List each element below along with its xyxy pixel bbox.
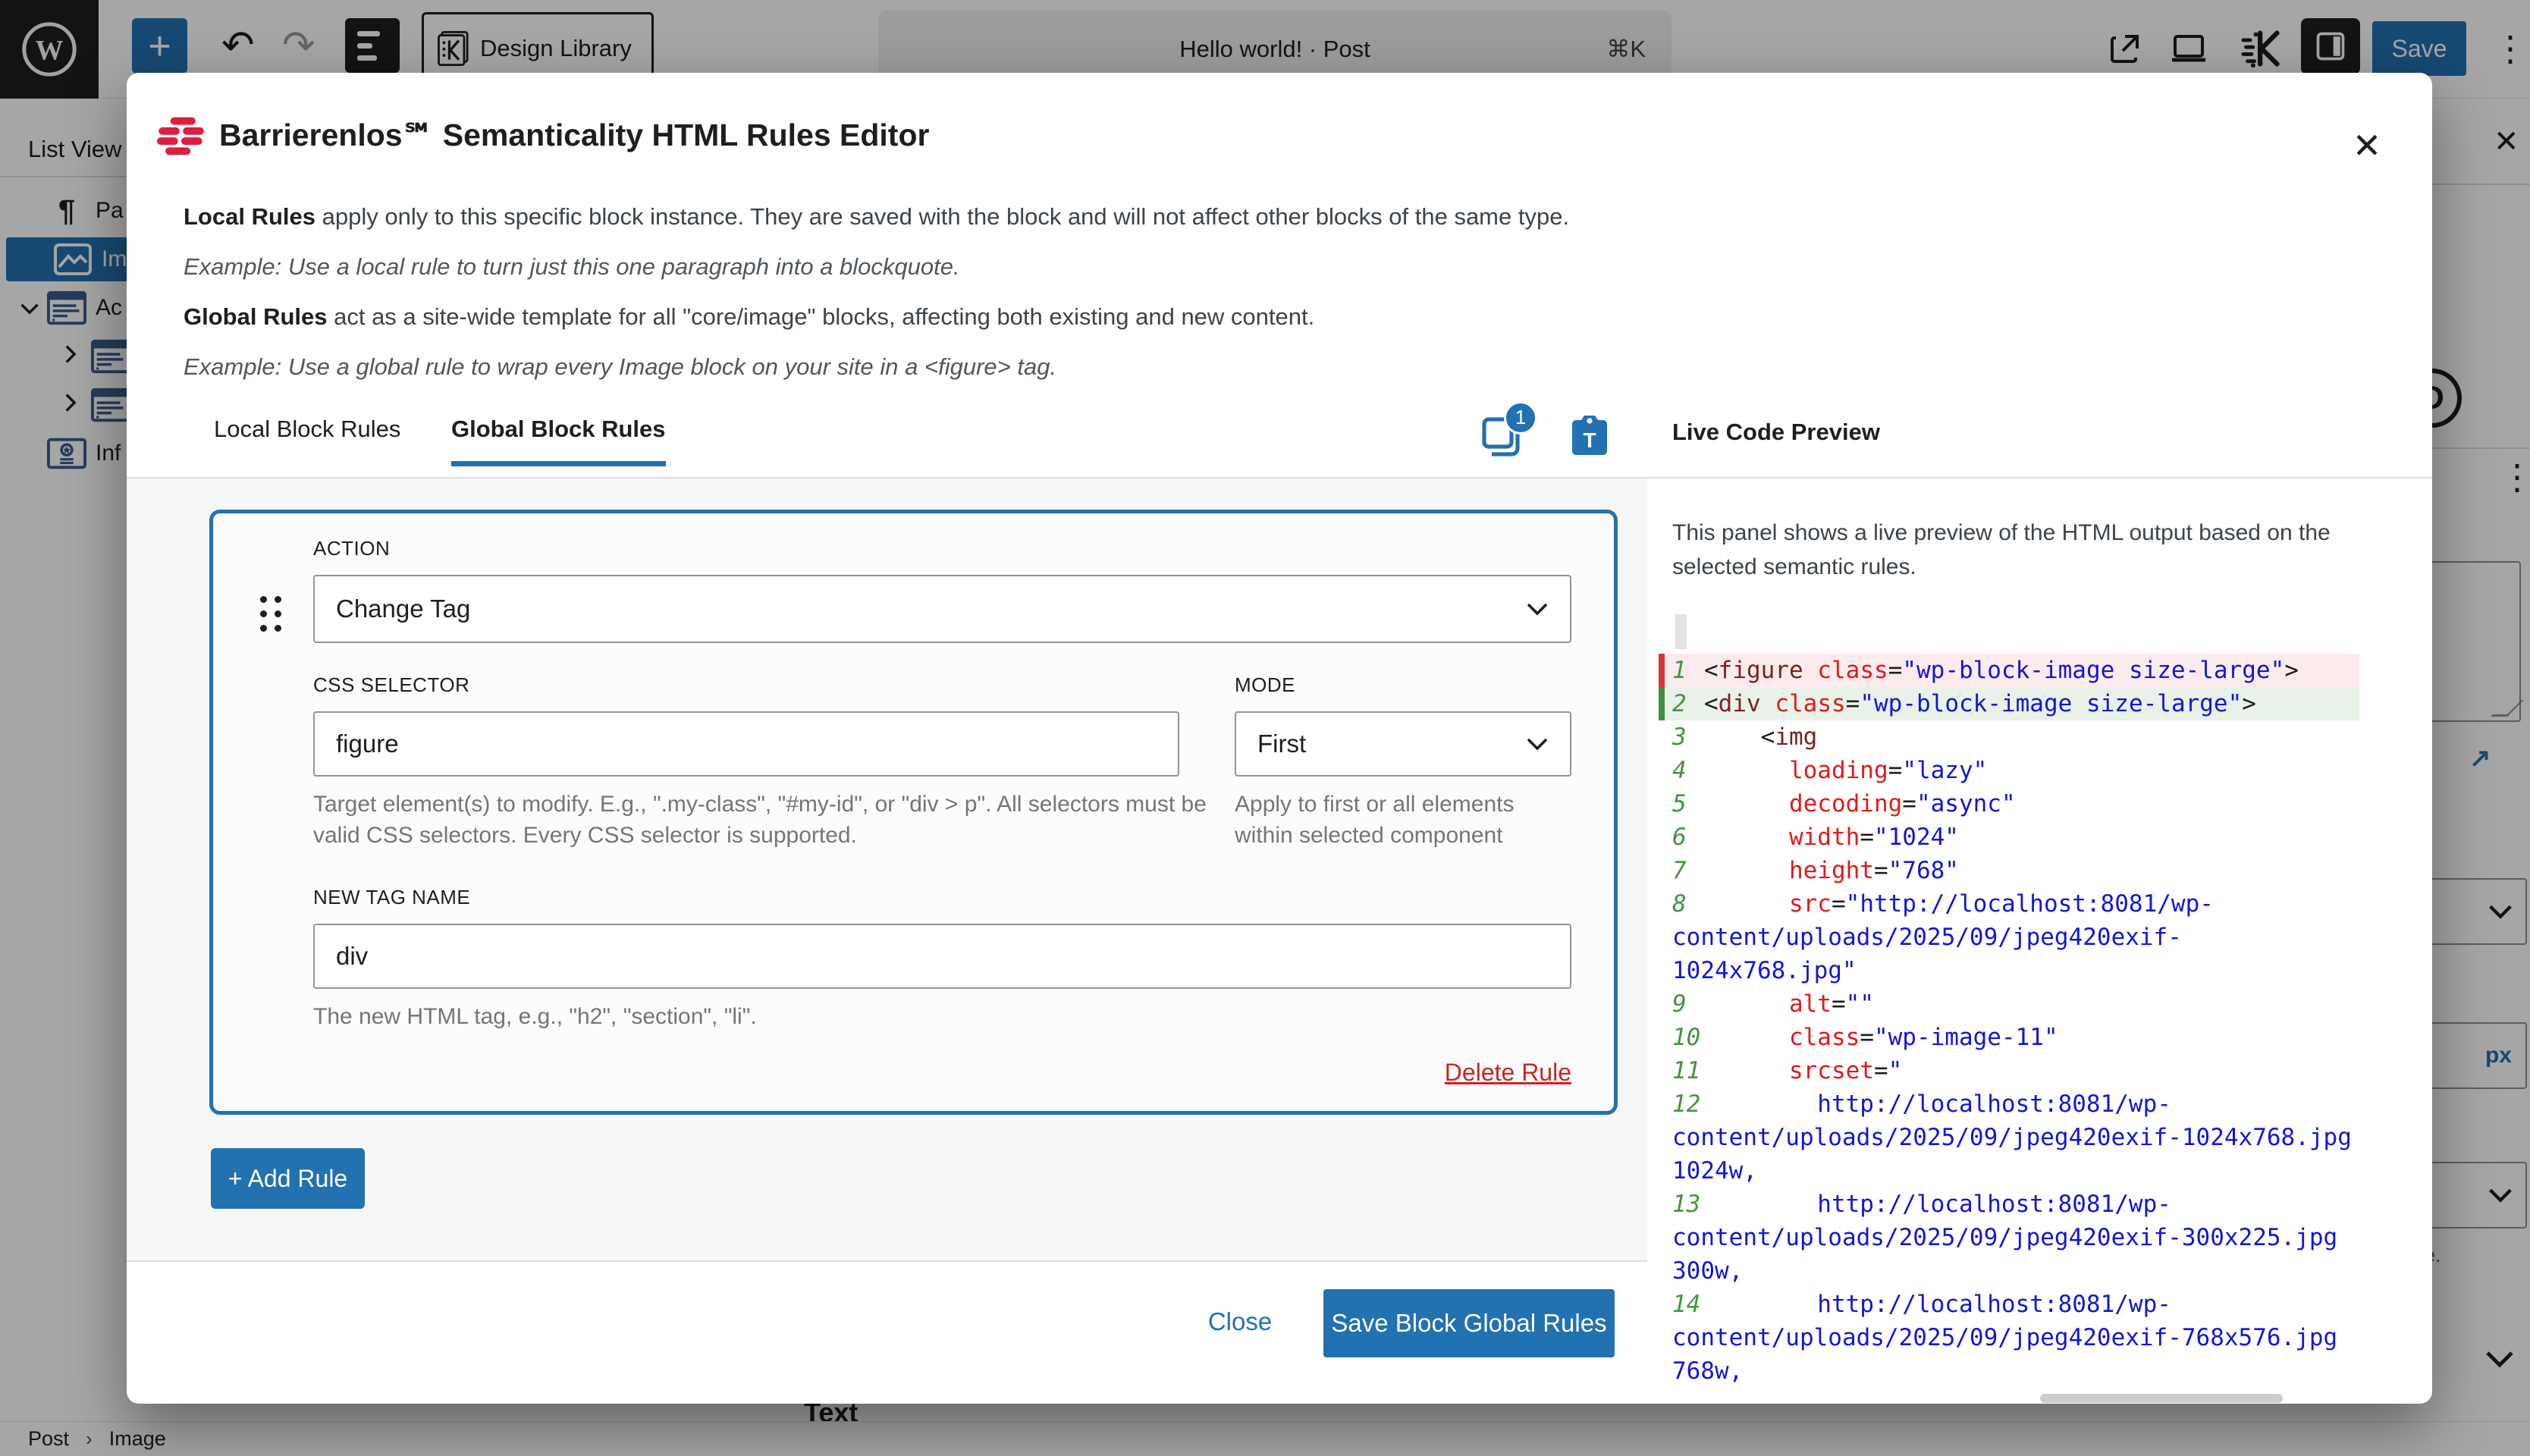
code-line: 1<figure class="wp-block-image size-larg… xyxy=(1659,654,2359,687)
screen: W + ↶ ↷ Design Library Hello world! · Po… xyxy=(0,0,2530,1456)
save-block-global-rules-button[interactable]: Save Block Global Rules xyxy=(1323,1289,1615,1357)
new-tag-name-label: NEW TAG NAME xyxy=(313,886,470,909)
mode-label: MODE xyxy=(1235,673,1295,697)
chevron-down-icon xyxy=(1526,602,1549,616)
mode-select[interactable]: First xyxy=(1235,711,1571,777)
line-number: 6 xyxy=(1672,821,1704,854)
drag-handle[interactable] xyxy=(260,596,283,646)
semanticality-brand-icon xyxy=(157,117,206,160)
svg-text:T: T xyxy=(1583,428,1596,452)
code-line: 13 http://localhost:8081/wp-content/uplo… xyxy=(1659,1188,2359,1288)
line-number: 13 xyxy=(1672,1188,1704,1221)
rule-clipboard-tools: 1 T xyxy=(1481,414,1609,460)
line-number: 11 xyxy=(1672,1054,1704,1087)
code-line: 11 srcset=" xyxy=(1659,1054,2359,1087)
modal-close-button[interactable]: ✕ xyxy=(2344,123,2390,168)
code-horizontal-scrollbar[interactable] xyxy=(2040,1394,2283,1403)
tab-local-block-rules[interactable]: Local Block Rules xyxy=(214,416,400,461)
action-select[interactable]: Change Tag xyxy=(313,575,1571,643)
modal-close-link[interactable]: Close xyxy=(1194,1307,1285,1336)
code-line: 2<div class="wp-block-image size-large"> xyxy=(1659,687,2359,720)
code-line: 4 loading="lazy" xyxy=(1659,754,2359,787)
new-tag-name-input-wrap xyxy=(313,924,1571,989)
action-label: ACTION xyxy=(313,537,390,560)
line-number: 3 xyxy=(1672,720,1704,754)
code-line: 10 class="wp-image-11" xyxy=(1659,1021,2359,1054)
paste-icon: T xyxy=(1571,414,1609,457)
line-number: 5 xyxy=(1672,787,1704,821)
local-rules-description: Local Rules apply only to this specific … xyxy=(184,203,1569,231)
line-number: 2 xyxy=(1672,687,1704,720)
css-selector-input-wrap xyxy=(313,711,1179,777)
add-rule-button[interactable]: + Add Rule xyxy=(211,1148,365,1209)
line-number: 7 xyxy=(1672,854,1704,887)
rules-editor-modal: Barrierenlos℠ Semanticality HTML Rules E… xyxy=(127,73,2432,1404)
modal-title: Barrierenlos℠ Semanticality HTML Rules E… xyxy=(219,117,929,153)
line-number: 14 xyxy=(1672,1288,1704,1321)
code-line: 7 height="768" xyxy=(1659,854,2359,887)
line-number: 4 xyxy=(1672,754,1704,787)
tab-global-block-rules[interactable]: Global Block Rules xyxy=(451,416,666,466)
code-line: 14 http://localhost:8081/wp-content/uplo… xyxy=(1659,1288,2359,1388)
css-selector-input[interactable] xyxy=(336,730,1157,758)
code-line: 6 width="1024" xyxy=(1659,821,2359,854)
preview-description: This panel shows a live preview of the H… xyxy=(1672,516,2355,584)
local-rules-example: Example: Use a local rule to turn just t… xyxy=(184,253,960,281)
line-number: 8 xyxy=(1672,887,1704,921)
paste-rules-button[interactable]: T xyxy=(1571,414,1609,460)
mode-value: First xyxy=(1257,730,1306,758)
delete-rule-link[interactable]: Delete Rule xyxy=(1211,1059,1571,1087)
code-scroll-marker xyxy=(1675,614,1687,649)
code-block: 1<figure class="wp-block-image size-larg… xyxy=(1672,654,2359,1388)
action-value: Change Tag xyxy=(336,595,470,623)
code-line: 12 http://localhost:8081/wp-content/uplo… xyxy=(1659,1087,2359,1188)
chevron-down-icon xyxy=(1526,737,1549,751)
css-selector-help: Target element(s) to modify. E.g., ".my-… xyxy=(313,789,1231,851)
css-selector-label: CSS SELECTOR xyxy=(313,673,469,697)
global-rules-description: Global Rules act as a site-wide template… xyxy=(184,303,1314,331)
copy-rules-button[interactable]: 1 xyxy=(1481,416,1521,459)
global-rules-example: Example: Use a global rule to wrap every… xyxy=(184,353,1056,381)
line-number: 12 xyxy=(1672,1087,1704,1121)
line-number: 9 xyxy=(1672,987,1704,1021)
new-tag-name-input[interactable] xyxy=(336,942,1549,971)
copy-count-badge: 1 xyxy=(1504,401,1537,435)
new-tag-name-help: The new HTML tag, e.g., "h2", "section",… xyxy=(313,1001,1375,1032)
code-line: 8 src="http://localhost:8081/wp-content/… xyxy=(1659,887,2359,987)
code-line: 5 decoding="async" xyxy=(1659,787,2359,821)
code-line: 9 alt="" xyxy=(1659,987,2359,1021)
close-icon: ✕ xyxy=(2353,125,2382,166)
mode-help: Apply to first or all elements within se… xyxy=(1235,789,1568,851)
live-code-preview-heading: Live Code Preview xyxy=(1672,419,1880,446)
code-line: 3 <img xyxy=(1659,720,2359,754)
line-number: 1 xyxy=(1672,654,1704,687)
line-number: 10 xyxy=(1672,1021,1704,1054)
